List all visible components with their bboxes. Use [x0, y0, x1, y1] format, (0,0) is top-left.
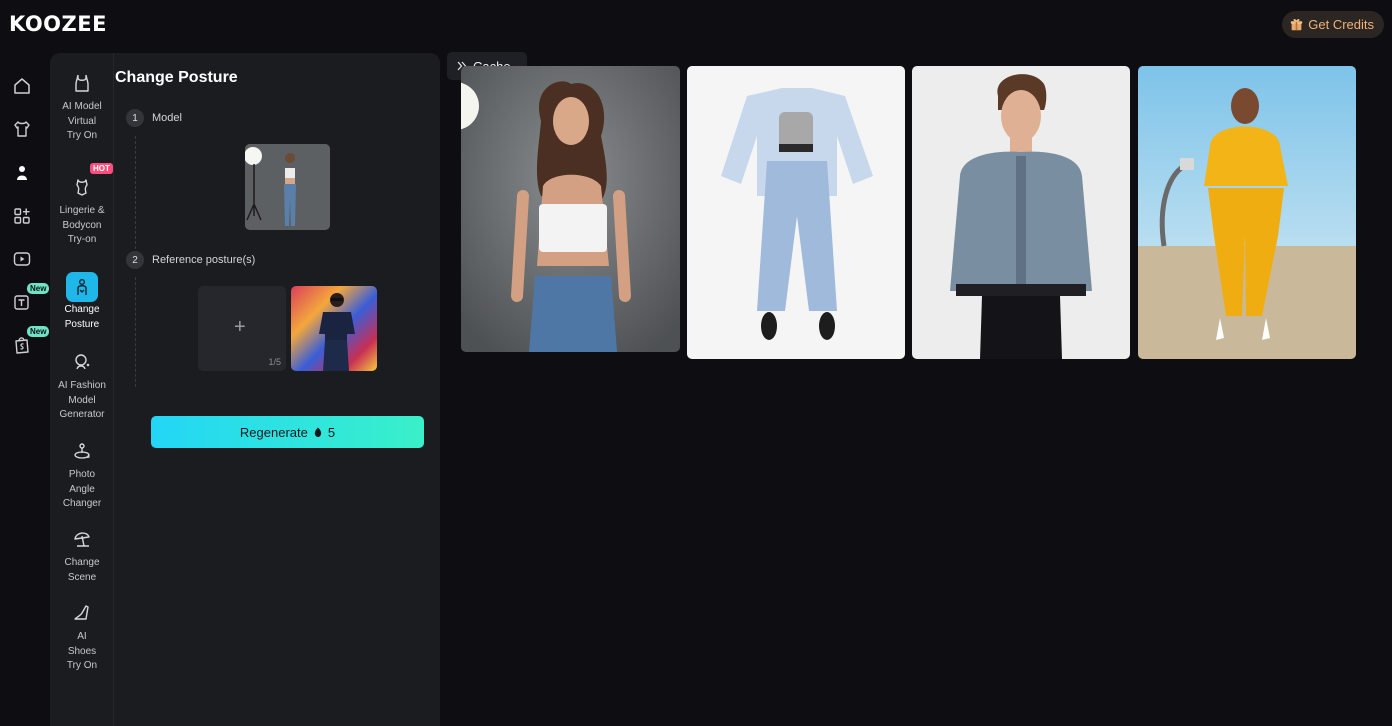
posture-icon [77, 279, 87, 295]
nav-video[interactable] [9, 246, 35, 272]
tool-list: AI Model Virtual Try On HOT Lingerie & B… [50, 53, 114, 726]
nav-person[interactable] [9, 160, 35, 186]
high-heel-icon [74, 605, 89, 620]
tool-label: AI Model Virtual Try On [62, 101, 102, 141]
tool-label: Lingerie & Bodycon Try-on [59, 205, 105, 245]
nav-text-tool[interactable]: New [9, 283, 50, 315]
video-play-icon [13, 252, 31, 266]
step-connector [135, 277, 136, 387]
plus-icon: + [234, 316, 246, 338]
upload-posture-button[interactable]: + 1/5 [198, 286, 286, 371]
gallery-image-3[interactable] [912, 66, 1130, 359]
regenerate-cost: 5 [327, 424, 336, 440]
get-credits-button[interactable]: Get Credits [1282, 11, 1384, 38]
model-photo [245, 144, 330, 230]
tool-lingerie-bodycon-try-on[interactable]: HOT Lingerie & Bodycon Try-on [50, 163, 114, 248]
step-number: 2 [126, 251, 144, 269]
gallery-image-4[interactable] [1138, 66, 1356, 359]
tool-change-scene[interactable]: Change Scene [50, 523, 114, 585]
tool-label: Photo Angle Changer [62, 469, 102, 509]
shopify-bag-icon [15, 337, 29, 354]
regenerate-label: Regenerate [239, 424, 308, 440]
woman-white-crop-top-photo [461, 66, 680, 352]
tool-ai-model-virtual-try-on[interactable]: AI Model Virtual Try On [50, 67, 114, 144]
tool-panel: AI Model Virtual Try On HOT Lingerie & B… [50, 53, 440, 726]
tool-label: AI Shoes Try On [66, 631, 98, 671]
nav-home[interactable] [9, 73, 35, 99]
tank-top-icon [75, 74, 89, 92]
page-title: Change Posture [115, 69, 238, 86]
step-connector [135, 136, 136, 249]
model-generator-icon [75, 354, 90, 370]
woman-yellow-tracksuit-photo [1138, 66, 1356, 359]
new-badge: New [27, 283, 50, 294]
home-icon [14, 78, 30, 94]
left-nav-rail: New New [0, 50, 50, 726]
tool-label: Change Posture [64, 304, 100, 330]
tool-photo-angle-changer[interactable]: Photo Angle Changer [50, 435, 114, 512]
credit-coin-icon [314, 427, 322, 437]
gallery-image-2[interactable] [687, 66, 905, 359]
man-denim-bomber-photo [912, 66, 1130, 359]
shirt-icon [14, 121, 30, 137]
hot-badge: HOT [90, 163, 113, 174]
bodysuit-icon [76, 179, 88, 196]
nav-shirt[interactable] [9, 116, 35, 142]
person-icon [17, 166, 27, 180]
nav-apps[interactable] [9, 203, 35, 229]
gallery-image-1[interactable] [461, 66, 680, 352]
angle-rotate-icon [74, 443, 90, 459]
model-thumbnail[interactable] [245, 144, 330, 230]
step-label: Reference posture(s) [152, 254, 256, 266]
tool-change-posture[interactable]: Change Posture [50, 272, 114, 332]
change-posture-form: Change Posture 1 Model 2 Reference postu… [115, 53, 440, 726]
new-badge: New [27, 326, 50, 337]
tool-ai-shoes-try-on[interactable]: AI Shoes Try On [50, 597, 114, 674]
tool-label: Change Scene [64, 557, 100, 583]
beach-umbrella-icon [74, 532, 90, 547]
step-number: 1 [126, 109, 144, 127]
upload-count: 1/5 [268, 357, 281, 367]
tool-ai-fashion-model-generator[interactable]: AI Fashion Model Generator [50, 346, 114, 423]
tool-label: AI Fashion Model Generator [58, 380, 106, 420]
top-bar: KOOZEE Get Credits [0, 0, 1392, 50]
gift-icon [1291, 19, 1303, 31]
apps-grid-icon [14, 208, 30, 224]
step-model: 1 Model [126, 109, 182, 127]
outfit-flatlay-photo [687, 66, 905, 359]
nav-shopify[interactable]: New [9, 326, 50, 358]
get-credits-label: Get Credits [1308, 17, 1374, 32]
koozee-logo[interactable]: KOOZEE [9, 12, 107, 36]
text-tool-icon [14, 295, 29, 310]
regenerate-button[interactable]: Regenerate 5 [151, 416, 424, 448]
step-reference-posture: 2 Reference posture(s) [126, 251, 255, 269]
reference-posture-thumbnail[interactable] [291, 286, 377, 371]
reference-photo [319, 293, 355, 371]
step-label: Model [152, 112, 182, 124]
